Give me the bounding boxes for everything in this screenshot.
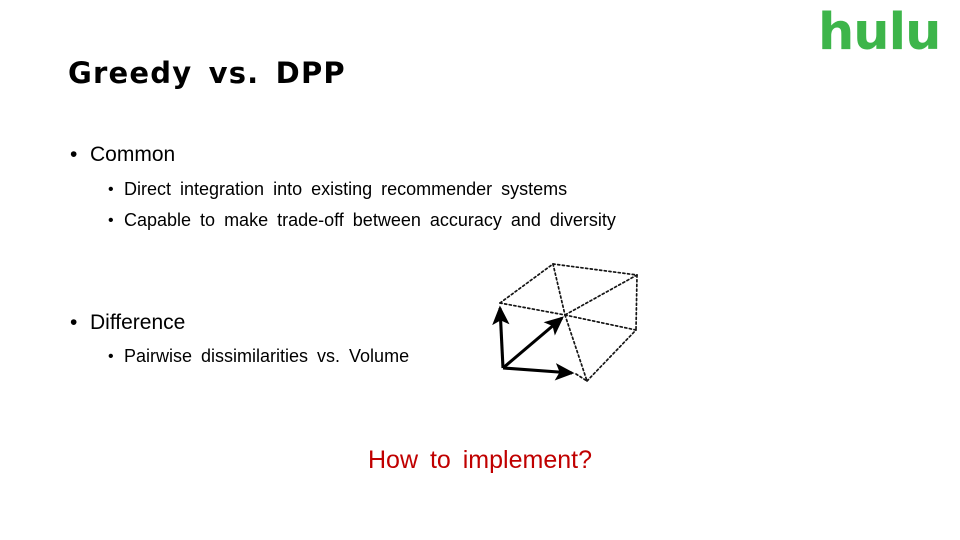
vector-up-arrow: [492, 305, 510, 369]
bullet-level1-label: Difference: [90, 311, 186, 334]
parallelepiped-svg: [492, 263, 638, 382]
bullet-level2-label: Capable to make trade-off between accura…: [124, 210, 616, 230]
bullet-dot-icon: •: [108, 181, 114, 198]
closing-question-text: How to implement?: [368, 446, 592, 474]
bullet-dot-icon: •: [108, 348, 114, 365]
hulu-wordmark: hulu: [818, 2, 941, 62]
sub-bullet-list-common: • Direct integration into existing recom…: [68, 174, 828, 236]
vector-diagonal-arrow: [501, 316, 564, 370]
bullet-level1-difference: • Difference: [68, 308, 828, 338]
bullet-group-common: • Common • Direct integration into exist…: [68, 140, 828, 236]
bullet-level2-label: Pairwise dissimilarities vs. Volume: [124, 346, 410, 366]
bullet-group-difference: • Difference • Pairwise dissimilarities …: [68, 308, 828, 372]
parallelepiped-dotted-edges: [499, 263, 638, 382]
bullet-level1-common: • Common: [68, 140, 828, 170]
hulu-logo: hulu: [818, 4, 958, 60]
bullet-level2-item: • Capable to make trade-off between accu…: [68, 205, 828, 236]
slide-body: • Common • Direct integration into exist…: [68, 140, 828, 372]
basis-vectors: [492, 305, 575, 381]
sub-bullet-list-difference: • Pairwise dissimilarities vs. Volume: [68, 341, 828, 372]
bullet-level2-label: Direct integration into existing recomme…: [124, 179, 568, 199]
bullet-dot-icon: •: [70, 143, 78, 166]
vector-right-arrow: [502, 363, 575, 381]
bullet-dot-icon: •: [108, 212, 114, 229]
slide-canvas: hulu Greedy vs. DPP • Common • Direct in…: [0, 0, 960, 540]
bullet-level1-label: Common: [90, 143, 176, 166]
bullet-dot-icon: •: [70, 311, 78, 334]
parallelepiped-volume-diagram: [480, 250, 660, 395]
bullet-level2-item: • Direct integration into existing recom…: [68, 174, 828, 205]
page-title: Greedy vs. DPP: [68, 56, 346, 90]
bullet-level2-item: • Pairwise dissimilarities vs. Volume: [68, 341, 828, 372]
